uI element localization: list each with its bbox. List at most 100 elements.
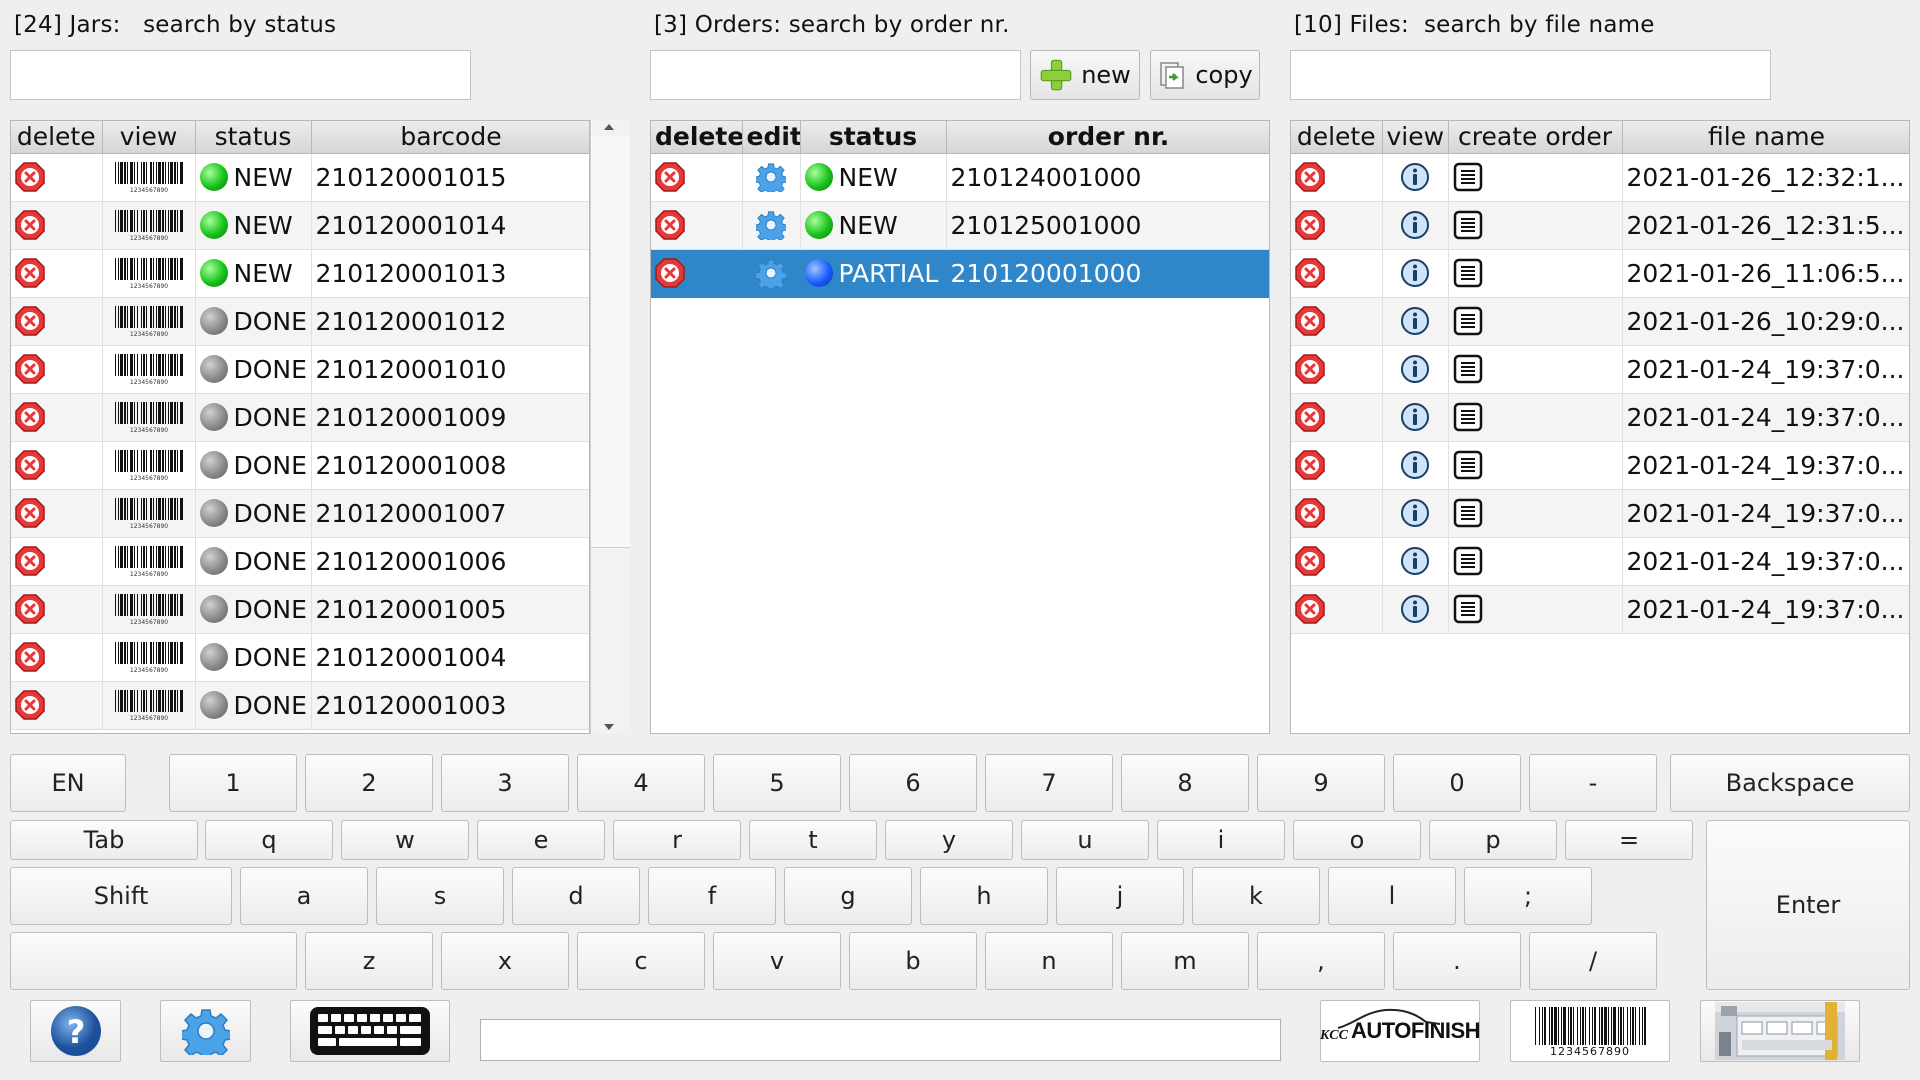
language-key[interactable]: EN bbox=[10, 754, 126, 812]
jar-view-cell[interactable]: 1234567890 bbox=[102, 297, 196, 346]
jar-view-cell[interactable]: 1234567890 bbox=[102, 441, 196, 490]
jar-view-cell[interactable]: 1234567890 bbox=[102, 201, 196, 250]
jar-delete-cell[interactable] bbox=[11, 201, 103, 250]
key-0[interactable]: a bbox=[240, 867, 368, 925]
file-create-order-cell[interactable] bbox=[1448, 537, 1623, 586]
key-7[interactable]: k bbox=[1192, 867, 1320, 925]
jar-view-cell[interactable]: 1234567890 bbox=[102, 537, 196, 586]
key-3[interactable]: 4 bbox=[577, 754, 705, 812]
jar-delete-cell[interactable] bbox=[11, 441, 103, 490]
barcode-scan-button[interactable]: 1234567890 bbox=[1510, 1000, 1670, 1062]
file-delete-cell[interactable] bbox=[1291, 393, 1383, 442]
file-create-order-cell[interactable] bbox=[1448, 393, 1623, 442]
jar-view-cell[interactable]: 1234567890 bbox=[102, 633, 196, 682]
jars-col-status[interactable]: status bbox=[195, 121, 312, 154]
key-t[interactable]: t bbox=[749, 820, 877, 860]
order-row[interactable]: NEW 210124001000 bbox=[651, 153, 1269, 202]
file-create-order-cell[interactable] bbox=[1448, 441, 1623, 490]
file-create-order-cell[interactable] bbox=[1448, 345, 1623, 394]
file-create-order-cell[interactable] bbox=[1448, 489, 1623, 538]
orders-col-edit[interactable]: edit bbox=[742, 121, 801, 154]
jar-row[interactable]: 1234567890 DONE 210120001010 bbox=[11, 345, 589, 394]
backspace-key[interactable]: Backspace bbox=[1670, 754, 1910, 812]
scroll-up-arrow-icon[interactable] bbox=[604, 124, 614, 130]
new-order-button[interactable]: new bbox=[1030, 50, 1140, 100]
file-row[interactable]: 2021-01-26_12:31:5... bbox=[1291, 201, 1909, 250]
key-3[interactable]: v bbox=[713, 932, 841, 990]
key-y[interactable]: y bbox=[885, 820, 1013, 860]
key-4[interactable]: g bbox=[784, 867, 912, 925]
key-q[interactable]: q bbox=[205, 820, 333, 860]
key-0[interactable]: 1 bbox=[169, 754, 297, 812]
settings-button[interactable] bbox=[160, 1000, 251, 1062]
key-4[interactable]: b bbox=[849, 932, 977, 990]
key-9[interactable]: / bbox=[1529, 932, 1657, 990]
shift-key[interactable]: Shift bbox=[10, 867, 232, 925]
jar-view-cell[interactable]: 1234567890 bbox=[102, 153, 196, 202]
file-view-cell[interactable] bbox=[1382, 201, 1449, 250]
file-row[interactable]: 2021-01-26_12:32:1... bbox=[1291, 153, 1909, 202]
autofinish-logo-button[interactable]: KCC AUTOFINISH bbox=[1320, 1000, 1481, 1062]
file-row[interactable]: 2021-01-24_19:37:0... bbox=[1291, 345, 1909, 394]
key-i[interactable]: i bbox=[1157, 820, 1285, 860]
enter-key[interactable]: Enter bbox=[1706, 820, 1910, 990]
file-view-cell[interactable] bbox=[1382, 393, 1449, 442]
key-u[interactable]: u bbox=[1021, 820, 1149, 860]
key-7[interactable]: 8 bbox=[1121, 754, 1249, 812]
key-3[interactable]: f bbox=[648, 867, 776, 925]
file-create-order-cell[interactable] bbox=[1448, 297, 1623, 346]
jars-scrollbar[interactable] bbox=[590, 120, 630, 734]
file-create-order-cell[interactable] bbox=[1448, 201, 1623, 250]
file-delete-cell[interactable] bbox=[1291, 537, 1383, 586]
key-6[interactable]: m bbox=[1121, 932, 1249, 990]
scroll-down-arrow-icon[interactable] bbox=[604, 724, 614, 730]
file-view-cell[interactable] bbox=[1382, 297, 1449, 346]
key-8[interactable]: l bbox=[1328, 867, 1456, 925]
file-view-cell[interactable] bbox=[1382, 441, 1449, 490]
jar-delete-cell[interactable] bbox=[11, 537, 103, 586]
key-8[interactable]: . bbox=[1393, 932, 1521, 990]
help-button[interactable]: ? bbox=[30, 1000, 121, 1062]
jar-row[interactable]: 1234567890 NEW 210120001013 bbox=[11, 249, 589, 298]
key-o[interactable]: o bbox=[1293, 820, 1421, 860]
orders-col-order-nr[interactable]: order nr. bbox=[946, 121, 1269, 154]
machine-image-button[interactable] bbox=[1700, 1000, 1860, 1062]
jar-row[interactable]: 1234567890 NEW 210120001015 bbox=[11, 153, 589, 202]
file-delete-cell[interactable] bbox=[1291, 153, 1383, 202]
jar-delete-cell[interactable] bbox=[11, 297, 103, 346]
key-p[interactable]: p bbox=[1429, 820, 1557, 860]
files-search-input[interactable] bbox=[1290, 50, 1771, 100]
jar-delete-cell[interactable] bbox=[11, 249, 103, 298]
key-4[interactable]: 5 bbox=[713, 754, 841, 812]
file-delete-cell[interactable] bbox=[1291, 585, 1383, 634]
key-2[interactable]: c bbox=[577, 932, 705, 990]
jar-view-cell[interactable]: 1234567890 bbox=[102, 489, 196, 538]
order-row[interactable]: NEW 210125001000 bbox=[651, 201, 1269, 250]
orders-col-status[interactable]: status bbox=[800, 121, 947, 154]
copy-order-button[interactable]: copy bbox=[1150, 50, 1260, 100]
file-row[interactable]: 2021-01-24_19:37:0... bbox=[1291, 393, 1909, 442]
jars-col-delete[interactable]: delete bbox=[11, 121, 103, 154]
file-row[interactable]: 2021-01-26_11:06:5... bbox=[1291, 249, 1909, 298]
jar-delete-cell[interactable] bbox=[11, 345, 103, 394]
jars-col-barcode[interactable]: barcode bbox=[311, 121, 589, 154]
key-2[interactable]: d bbox=[512, 867, 640, 925]
jars-col-view[interactable]: view bbox=[102, 121, 196, 154]
key-r[interactable]: r bbox=[613, 820, 741, 860]
file-create-order-cell[interactable] bbox=[1448, 249, 1623, 298]
jar-row[interactable]: 1234567890 DONE 210120001009 bbox=[11, 393, 589, 442]
file-view-cell[interactable] bbox=[1382, 249, 1449, 298]
jar-delete-cell[interactable] bbox=[11, 153, 103, 202]
tab-key[interactable]: Tab bbox=[10, 820, 198, 860]
files-col-view[interactable]: view bbox=[1382, 121, 1449, 154]
jar-row[interactable]: 1234567890 DONE 210120001004 bbox=[11, 633, 589, 682]
file-create-order-cell[interactable] bbox=[1448, 153, 1623, 202]
jar-delete-cell[interactable] bbox=[11, 393, 103, 442]
file-view-cell[interactable] bbox=[1382, 345, 1449, 394]
key-8[interactable]: 9 bbox=[1257, 754, 1385, 812]
jar-view-cell[interactable]: 1234567890 bbox=[102, 345, 196, 394]
jar-row[interactable]: 1234567890 DONE 210120001012 bbox=[11, 297, 589, 346]
key-5[interactable]: 6 bbox=[849, 754, 977, 812]
key-5[interactable]: h bbox=[920, 867, 1048, 925]
key-10[interactable]: - bbox=[1529, 754, 1657, 812]
